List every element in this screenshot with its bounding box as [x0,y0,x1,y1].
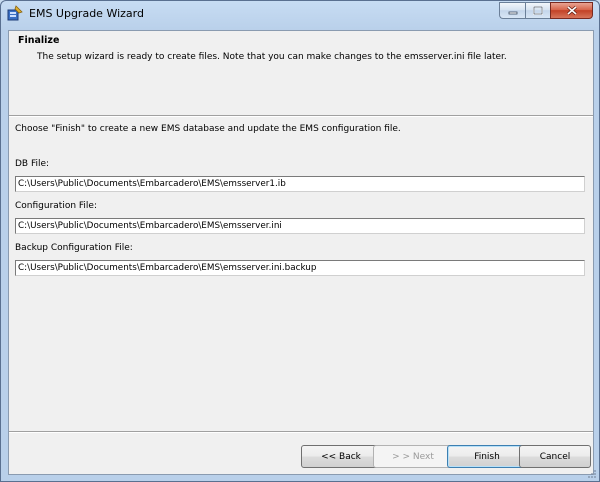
db-file-label: DB File: [15,159,50,169]
wizard-window: EMS Upgrade Wizard Finalize The setup wi… [0,0,600,482]
config-file-label: Configuration File: [15,201,97,211]
back-button[interactable]: << Back [301,445,381,468]
wizard-app-icon [7,5,23,21]
window-title: EMS Upgrade Wizard [29,7,144,20]
minimize-icon [508,11,517,14]
close-icon [566,6,577,15]
maximize-icon [533,6,543,15]
page-title: Finalize [18,35,60,46]
config-file-field[interactable]: C:\Users\Public\Documents\Embarcadero\EM… [15,218,585,234]
db-file-field[interactable]: C:\Users\Public\Documents\Embarcadero\EM… [15,176,585,192]
header-divider [9,115,593,117]
backup-file-field[interactable]: C:\Users\Public\Documents\Embarcadero\EM… [15,260,585,276]
finish-button[interactable]: Finish [447,445,527,468]
next-button[interactable]: > > Next [373,445,453,468]
resize-grip-icon[interactable] [587,469,597,479]
minimize-button[interactable] [499,2,525,19]
wizard-content: Finalize The setup wizard is ready to cr… [8,30,594,475]
footer-divider [9,431,593,433]
title-bar[interactable]: EMS Upgrade Wizard [1,1,599,25]
maximize-button[interactable] [525,2,550,19]
backup-file-label: Backup Configuration File: [15,243,133,253]
cancel-button[interactable]: Cancel [519,445,591,468]
instructions-text: Choose "Finish" to create a new EMS data… [15,124,401,134]
page-subtitle: The setup wizard is ready to create file… [37,52,507,62]
close-button[interactable] [550,2,593,19]
wizard-header: Finalize The setup wizard is ready to cr… [9,31,593,77]
caption-buttons [499,2,593,19]
